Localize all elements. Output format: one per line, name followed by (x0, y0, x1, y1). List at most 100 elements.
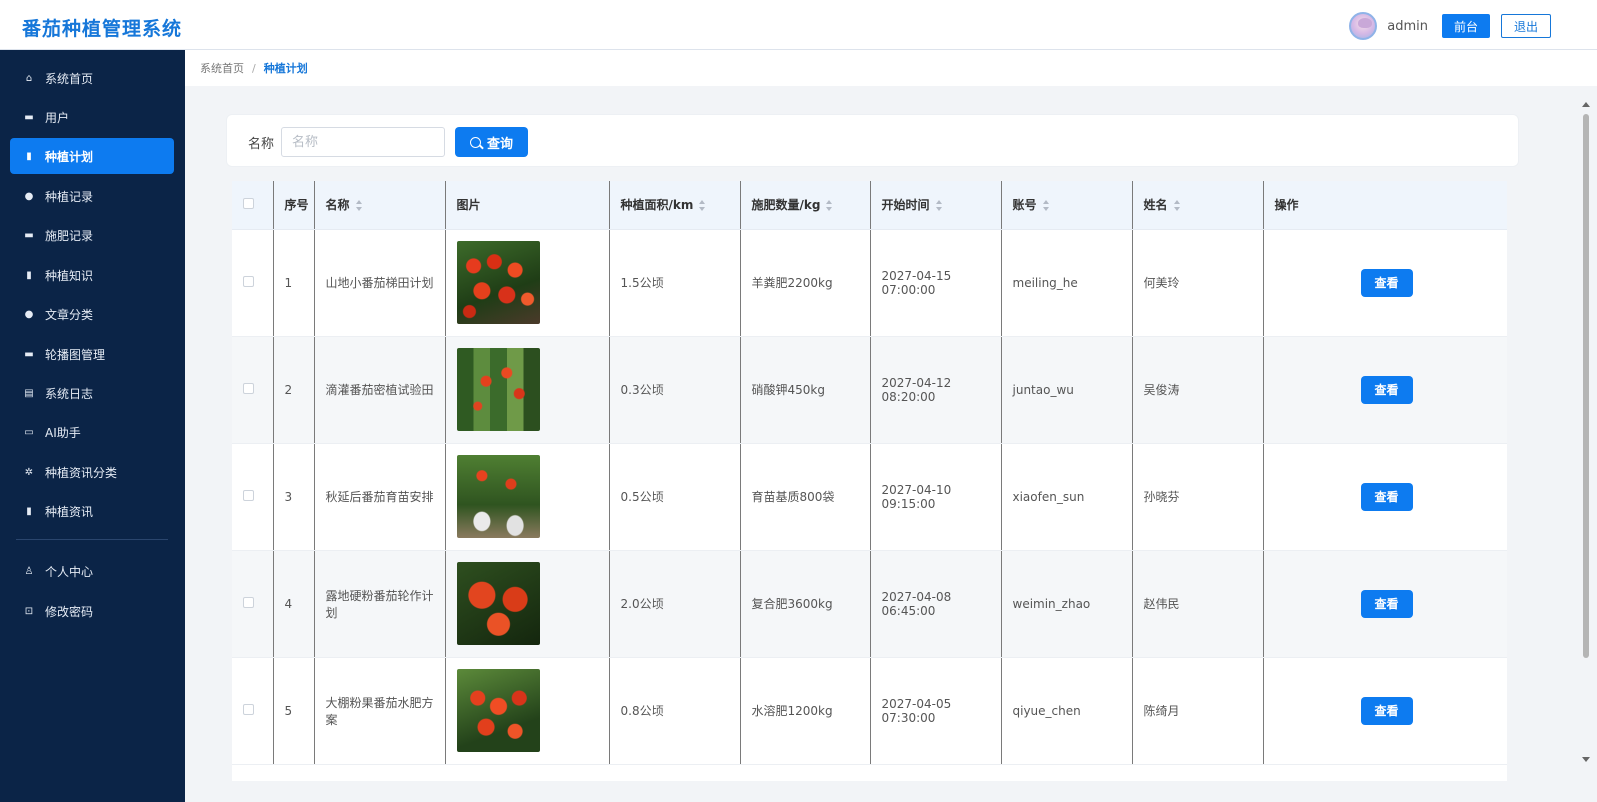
row-index: 1 (273, 229, 315, 337)
row-index: 4 (273, 550, 315, 658)
sidebar-item-carousel[interactable]: ▬ 轮播图管理 (10, 336, 174, 372)
column-header-label: 姓名 (1143, 198, 1168, 213)
search-button[interactable]: 查询 (455, 127, 528, 157)
tomato-photo[interactable] (456, 669, 540, 752)
sidebar-item-planting-plan[interactable]: ▮ 种植计划 (10, 138, 174, 174)
briefcase-icon: ▬ (24, 229, 34, 241)
row-checkbox[interactable] (243, 275, 254, 287)
sort-icon[interactable] (699, 200, 706, 212)
row-image-cell (445, 443, 610, 551)
view-button[interactable]: 查看 (1360, 589, 1413, 618)
column-header-person[interactable]: 姓名 (1132, 181, 1264, 230)
row-person: 赵伟民 (1132, 550, 1264, 658)
sort-icon[interactable] (355, 200, 363, 212)
sidebar-item-change-password[interactable]: ⊡ 修改密码 (10, 593, 174, 629)
column-header-fertilizer[interactable]: 施肥数量/kg (740, 181, 871, 230)
row-image-cell (445, 229, 610, 337)
view-button[interactable]: 查看 (1360, 696, 1413, 725)
row-account: weimin_zhao (1001, 550, 1133, 658)
column-header-label: 种植面积/km (620, 198, 694, 213)
search-bar: 名称 查询 (226, 114, 1519, 167)
sort-icon[interactable] (1173, 200, 1181, 212)
table-row: 4 露地硬粉番茄轮作计划 2.0公顷 复合肥3600kg 2027-04-08 … (232, 550, 1507, 658)
logout-button[interactable]: 退出 (1501, 14, 1551, 38)
sidebar-item-label: 种植知识 (45, 268, 94, 283)
row-area: 0.3公顷 (609, 336, 741, 444)
sort-icon[interactable] (1042, 200, 1050, 212)
sidebar-item-planting-records[interactable]: ● 种植记录 (10, 178, 174, 214)
briefcase-icon: ▬ (24, 111, 34, 123)
sidebar-item-ai-assistant[interactable]: ▭ AI助手 (10, 414, 174, 450)
view-button[interactable]: 查看 (1360, 268, 1413, 297)
header-user-area: admin 前台 退出 (1349, 12, 1551, 40)
front-button[interactable]: 前台 (1442, 14, 1490, 38)
select-all-checkbox[interactable] (243, 197, 254, 209)
table-row: 2 滴灌番茄密植试验田 0.3公顷 硝酸钾450kg 2027-04-12 08… (232, 336, 1507, 444)
column-header-account[interactable]: 账号 (1001, 181, 1133, 230)
row-fertilizer: 硝酸钾450kg (740, 336, 871, 444)
clipboard-icon: ▤ (24, 387, 34, 399)
row-actions: 查看 (1263, 657, 1507, 765)
row-select-cell (232, 336, 274, 444)
column-header-label: 账号 (1012, 198, 1037, 213)
row-name: 山地小番茄梯田计划 (314, 229, 446, 337)
sidebar-divider (16, 539, 168, 540)
breadcrumb-home[interactable]: 系统首页 (200, 60, 244, 76)
tomato-photo[interactable] (456, 348, 540, 431)
table-row: 1 山地小番茄梯田计划 1.5公顷 羊粪肥2200kg 2027-04-15 0… (232, 229, 1507, 337)
row-select-cell (232, 443, 274, 551)
sidebar-item-label: 文章分类 (45, 307, 94, 322)
sidebar-item-profile[interactable]: ♙ 个人中心 (10, 553, 174, 589)
tomato-photo[interactable] (456, 241, 540, 324)
sidebar-item-news[interactable]: ▮ 种植资讯 (10, 493, 174, 529)
sort-icon[interactable] (935, 200, 943, 212)
search-icon (469, 136, 481, 148)
row-checkbox[interactable] (243, 382, 254, 394)
row-start-time: 2027-04-12 08:20:00 (870, 336, 1002, 444)
monitor-icon: ▭ (24, 426, 34, 438)
row-image-cell (445, 657, 610, 765)
sidebar-item-fertilizer-records[interactable]: ▬ 施肥记录 (10, 217, 174, 253)
scroll-down-icon[interactable] (1582, 757, 1590, 762)
row-select-cell (232, 657, 274, 765)
search-label: 名称 (248, 137, 275, 152)
bar-chart-icon: ▮ (26, 150, 32, 162)
row-checkbox[interactable] (243, 596, 254, 608)
sidebar-item-home[interactable]: ⌂ 系统首页 (10, 60, 174, 96)
username: admin (1387, 18, 1428, 34)
sidebar-item-label: 轮播图管理 (45, 347, 106, 362)
row-person: 吴俊涛 (1132, 336, 1264, 444)
row-checkbox[interactable] (243, 703, 254, 715)
view-button[interactable]: 查看 (1360, 482, 1413, 511)
tomato-photo[interactable] (456, 562, 540, 645)
data-table: 序号 名称 图片 种植面积/km 施肥数量/kg 开始时间 账号 姓名 操作 1… (232, 181, 1507, 781)
row-start-time: 2027-04-08 06:45:00 (870, 550, 1002, 658)
column-header-name[interactable]: 名称 (314, 181, 446, 230)
column-header-area[interactable]: 种植面积/km (609, 181, 741, 230)
row-select-cell (232, 550, 274, 658)
sidebar-item-label: 修改密码 (45, 604, 94, 619)
table-header-row: 序号 名称 图片 种植面积/km 施肥数量/kg 开始时间 账号 姓名 操作 (232, 181, 1507, 230)
row-checkbox[interactable] (243, 489, 254, 501)
vertical-scrollbar[interactable] (1582, 102, 1590, 762)
view-button[interactable]: 查看 (1360, 375, 1413, 404)
sort-icon[interactable] (826, 200, 833, 212)
table-row: 5 大棚粉果番茄水肥方案 0.8公顷 水溶肥1200kg 2027-04-05 … (232, 657, 1507, 765)
tomato-photo[interactable] (456, 455, 540, 538)
sidebar-item-users[interactable]: ▬ 用户 (10, 99, 174, 135)
column-header-start-time[interactable]: 开始时间 (870, 181, 1002, 230)
row-area: 2.0公顷 (609, 550, 741, 658)
search-input[interactable] (281, 127, 445, 157)
scroll-thumb[interactable] (1583, 114, 1589, 658)
row-person: 何美玲 (1132, 229, 1264, 337)
scroll-up-icon[interactable] (1582, 102, 1590, 107)
sidebar-item-knowledge[interactable]: ▮ 种植知识 (10, 257, 174, 293)
sidebar-item-system-log[interactable]: ▤ 系统日志 (10, 375, 174, 411)
avatar[interactable] (1349, 12, 1378, 40)
bar-chart-icon: ▮ (26, 505, 32, 517)
home-icon: ⌂ (25, 72, 33, 84)
row-name: 滴灌番茄密植试验田 (314, 336, 446, 444)
sidebar-item-news-categories[interactable]: ✲ 种植资讯分类 (10, 454, 174, 490)
header-select-all (232, 181, 274, 230)
sidebar-item-article-categories[interactable]: ● 文章分类 (10, 296, 174, 332)
